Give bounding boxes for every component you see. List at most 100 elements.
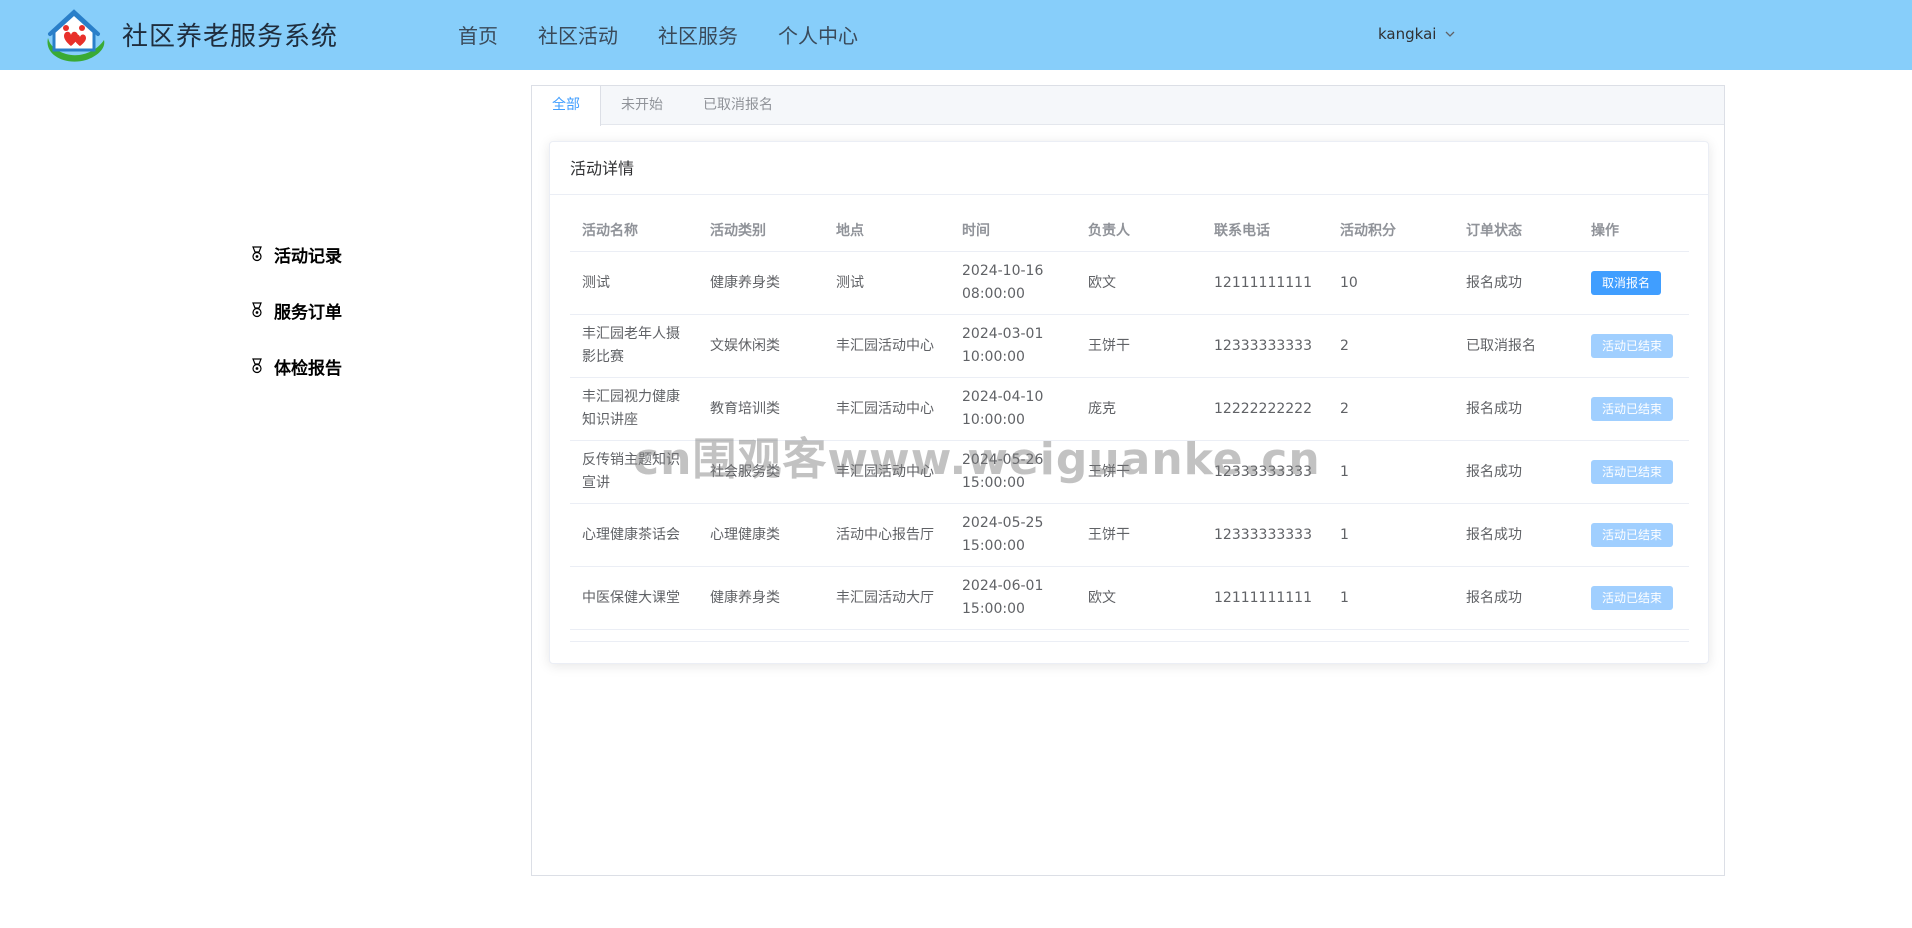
activity-name-cell: 测试 [582,274,610,291]
person-in-charge-cell: 欧文 [1088,589,1116,606]
date-text: 2024-05-25 [962,515,1044,531]
chevron-down-icon [1445,31,1455,37]
location-cell: 丰汇园活动中心 [836,400,934,417]
activity-table: 活动名称 活动类别 地点 时间 负责人 联系电话 活动积分 订单状态 操作 测试… [570,210,1689,642]
column-header: 操作 [1591,223,1619,239]
medal-icon [252,246,262,262]
activity-name-cell: 丰汇园老年人摄影比赛 [582,326,680,365]
table-row: 丰汇园老年人摄影比赛 文娱休闲类 丰汇园活动中心 2024-03-01 10:00:00… [570,315,1689,378]
tab-all[interactable]: 全部 [532,86,601,126]
sidebar-item-service-orders[interactable]: 服务订单 [250,282,342,338]
tab-not-started[interactable]: 未开始 [601,86,683,124]
main-nav: 首页 社区活动 社区服务 个人中心 [458,20,898,49]
table-header: 活动名称 活动类别 地点 时间 负责人 联系电话 活动积分 订单状态 操作 [570,210,1689,252]
time-text: 15:00:00 [962,475,1025,491]
nav-home[interactable]: 首页 [458,20,498,49]
card-title: 活动详情 [550,142,1708,195]
activity-name-cell: 心理健康茶话会 [582,526,680,543]
date-text: 2024-06-01 [962,578,1044,594]
points-cell: 2 [1340,337,1349,354]
table-row: 丰汇园视力健康知识讲座 教育培训类 丰汇园活动中心 2024-04-10 10:00:0… [570,378,1689,441]
activity-category-cell: 社会服务类 [710,463,780,480]
time-cell: 2024-10-16 08:00:00 [950,252,1076,314]
column-header: 联系电话 [1214,223,1270,239]
location-cell: 丰汇园活动大厅 [836,589,934,606]
table-footer [570,630,1689,642]
order-status-cell: 报名成功 [1466,526,1522,543]
time-cell: 2024-06-01 15:00:00 [950,567,1076,629]
points-cell: 10 [1340,274,1358,291]
activity-ended-button: 活动已结束 [1591,334,1674,358]
time-text: 10:00:00 [962,349,1025,365]
sidebar-item-label: 活动记录 [274,246,342,267]
table-row: 测试 健康养身类 测试 2024-10-16 08:00:00 欧文 12111111111… [570,252,1689,315]
phone-cell: 12111111111 [1214,274,1312,291]
table-body: 测试 健康养身类 测试 2024-10-16 08:00:00 欧文 12111111111… [570,252,1689,630]
sidebar-item-health-report[interactable]: 体检报告 [250,338,342,394]
location-cell: 活动中心报告厅 [836,526,934,543]
points-cell: 1 [1340,526,1349,543]
activity-name-cell: 反传销主题知识宣讲 [582,452,680,491]
activity-category-cell: 健康养身类 [710,274,780,291]
action-cell: 取消报名 [1579,252,1709,314]
activity-ended-button: 活动已结束 [1591,586,1674,610]
location-cell: 测试 [836,274,864,291]
activity-detail-card: 活动详情 活动名称 活动类别 地点 时间 负责人 联系电话 活动积分 订单状态 … [549,141,1709,664]
nav-personal-center[interactable]: 个人中心 [778,20,858,49]
nav-community-services[interactable]: 社区服务 [658,20,738,49]
time-cell: 2024-05-26 15:00:00 [950,441,1076,503]
table-row: 反传销主题知识宣讲 社会服务类 丰汇园活动中心 2024-05-26 15:00:00 王… [570,441,1689,504]
medal-icon [252,302,262,318]
location-cell: 丰汇园活动中心 [836,337,934,354]
date-text: 2024-05-26 [962,452,1044,468]
order-status-cell: 报名成功 [1466,463,1522,480]
activity-ended-button: 活动已结束 [1591,397,1674,421]
column-header: 负责人 [1088,223,1130,239]
sidebar-item-label: 体检报告 [274,358,342,379]
person-in-charge-cell: 庞克 [1088,400,1116,417]
column-header: 订单状态 [1466,223,1522,239]
main-panel: 全部 未开始 已取消报名 活动详情 活动名称 活动类别 地点 时间 负责人 联系… [531,85,1725,876]
user-menu[interactable]: kangkai [1378,25,1456,43]
date-text: 2024-03-01 [962,326,1044,342]
tab-bar: 全部 未开始 已取消报名 [532,86,1724,126]
phone-cell: 12333333333 [1214,337,1312,354]
order-status-cell: 报名成功 [1466,400,1522,417]
table-row: 中医保健大课堂 健康养身类 丰汇园活动大厅 2024-06-01 15:00:00 欧文 1… [570,567,1689,630]
column-header: 地点 [836,223,864,239]
logo-icon [47,9,105,62]
table-row: 心理健康茶话会 心理健康类 活动中心报告厅 2024-05-25 15:00:00 王饼干… [570,504,1689,567]
phone-cell: 12111111111 [1214,589,1312,606]
column-header: 时间 [962,223,990,239]
sidebar-item-label: 服务订单 [274,302,342,323]
person-in-charge-cell: 王饼干 [1088,526,1130,543]
action-cell: 活动已结束 [1579,378,1709,440]
time-text: 10:00:00 [962,412,1025,428]
sidebar-item-activity-records[interactable]: 活动记录 [250,226,342,282]
nav-community-activities[interactable]: 社区活动 [538,20,618,49]
column-header: 活动类别 [710,223,766,239]
cancel-registration-button[interactable]: 取消报名 [1591,271,1662,295]
activity-ended-button: 活动已结束 [1591,460,1674,484]
action-cell: 活动已结束 [1579,567,1709,629]
activity-category-cell: 健康养身类 [710,589,780,606]
action-cell: 活动已结束 [1579,504,1709,566]
time-cell: 2024-05-25 15:00:00 [950,504,1076,566]
action-cell: 活动已结束 [1579,441,1709,503]
top-header: 社区养老服务系统 首页 社区活动 社区服务 个人中心 kangkai [0,0,1912,70]
username: kangkai [1378,25,1437,43]
phone-cell: 12333333333 [1214,526,1312,543]
order-status-cell: 报名成功 [1466,589,1522,606]
action-cell: 活动已结束 [1579,315,1709,377]
time-text: 08:00:00 [962,286,1025,302]
order-status-cell: 报名成功 [1466,274,1522,291]
activity-category-cell: 心理健康类 [710,526,780,543]
tab-cancelled[interactable]: 已取消报名 [683,86,793,124]
activity-category-cell: 文娱休闲类 [710,337,780,354]
person-in-charge-cell: 王饼干 [1088,337,1130,354]
phone-cell: 12333333333 [1214,463,1312,480]
date-text: 2024-04-10 [962,389,1044,405]
activity-name-cell: 中医保健大课堂 [582,589,680,606]
time-cell: 2024-03-01 10:00:00 [950,315,1076,377]
points-cell: 1 [1340,463,1349,480]
